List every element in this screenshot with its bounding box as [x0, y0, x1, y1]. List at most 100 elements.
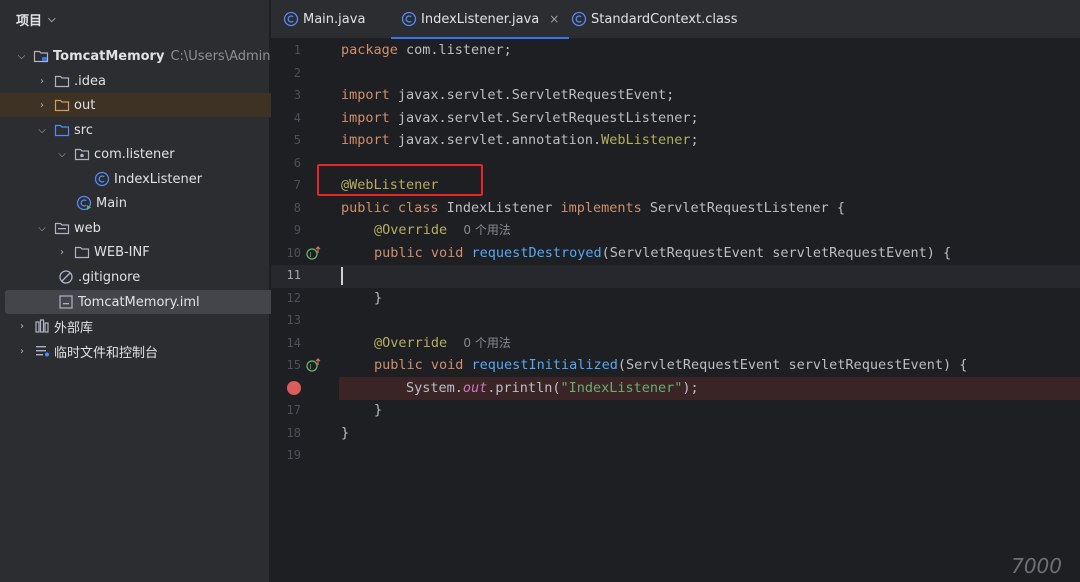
tree-item-scratches[interactable]: › 临时文件和控制台 — [0, 339, 286, 363]
tree-item-label: WEB-INF — [94, 244, 150, 260]
code-line-4: import javax.servlet.ServletRequestListe… — [341, 110, 699, 126]
tab-indexlistener-java[interactable]: IndexListener.java × — [391, 0, 570, 39]
line-number: 19 — [286, 448, 301, 462]
java-class-icon — [94, 171, 110, 187]
module-file-icon — [58, 294, 74, 310]
java-class-icon — [283, 11, 299, 27]
chevron-right-icon[interactable]: › — [36, 100, 48, 111]
tree-item-label: TomcatMemory — [53, 48, 165, 64]
chevron-right-icon[interactable]: › — [16, 346, 28, 357]
tab-label: IndexListener.java — [421, 11, 540, 27]
library-icon — [34, 318, 50, 334]
highlight-annotation-box — [317, 164, 483, 196]
folder-module-icon — [33, 48, 49, 64]
tree-item-label: TomcatMemory.iml — [78, 294, 200, 310]
chevron-down-icon[interactable]: ⌵ — [36, 125, 48, 136]
code-line-9: @Override 0 个用法 — [374, 222, 511, 238]
line-number: 12 — [286, 291, 301, 305]
line-number: 13 — [286, 313, 301, 327]
code-line-15: public void requestInitialized(ServletRe… — [374, 357, 968, 373]
tree-item-project-root[interactable]: ⌵ TomcatMemory C:\Users\Administ — [0, 44, 286, 68]
tree-item-idea[interactable]: › .idea — [0, 69, 306, 93]
line-number: 4 — [293, 111, 301, 125]
code-line-3: import javax.servlet.ServletRequestEvent… — [341, 87, 675, 103]
class-file-icon — [571, 11, 587, 27]
tree-item-label: com.listener — [94, 146, 175, 162]
line-number: 15 — [286, 358, 301, 372]
java-class-icon — [401, 11, 417, 27]
editor-tabs: Main.java IndexListener.java × StandardC… — [271, 0, 1080, 39]
tree-item-label: web — [74, 220, 101, 236]
tree-item-out[interactable]: › out — [0, 93, 306, 117]
tree-item-label: out — [74, 97, 96, 113]
chevron-down-icon[interactable]: ⌵ — [56, 149, 68, 160]
chevron-right-icon[interactable]: › — [36, 76, 48, 87]
tree-item-iml[interactable]: TomcatMemory.iml — [5, 290, 315, 314]
tab-standardcontext-class[interactable]: StandardContext.class — [571, 0, 737, 38]
usage-hint: 0 个用法 — [463, 223, 511, 237]
folder-excluded-icon — [54, 97, 70, 113]
code-line-18: } — [341, 425, 350, 441]
chevron-right-icon[interactable]: › — [56, 247, 68, 258]
project-header[interactable]: 项目 ⌵ — [0, 0, 269, 38]
line-number: 6 — [293, 156, 301, 170]
chevron-right-icon[interactable]: › — [16, 321, 28, 332]
line-number: 8 — [293, 201, 301, 215]
line-number: 1 — [293, 43, 301, 57]
line-number: 14 — [286, 336, 301, 350]
tab-label: Main.java — [303, 11, 366, 27]
chevron-down-icon[interactable]: ⌵ — [36, 223, 48, 234]
code-line-16: System.out.println("IndexListener"); — [406, 380, 699, 396]
folder-icon — [54, 73, 70, 89]
tree-item-label: IndexListener — [114, 171, 203, 187]
watermark: 7000 — [1011, 554, 1062, 578]
tree-item-web[interactable]: ⌵ web — [0, 216, 306, 240]
svg-text:I: I — [310, 251, 312, 259]
java-class-runnable-icon — [76, 195, 92, 211]
code-line-10: public void requestDestroyed(ServletRequ… — [374, 245, 952, 261]
ignore-file-icon — [58, 269, 74, 285]
tree-item-src[interactable]: ⌵ src — [0, 118, 306, 142]
line-number: 2 — [293, 66, 301, 80]
implements-method-icon[interactable]: I — [306, 357, 322, 376]
tab-label: StandardContext.class — [591, 11, 738, 27]
tree-item-label: .idea — [74, 73, 106, 89]
web-folder-icon — [54, 220, 70, 236]
tree-item-label: src — [74, 122, 93, 138]
svg-text:I: I — [310, 363, 312, 371]
line-number-current: 11 — [286, 268, 301, 282]
code-line-5: import javax.servlet.annotation.WebListe… — [341, 132, 699, 148]
code-line-14: @Override 0 个用法 — [374, 335, 511, 351]
project-path: C:\Users\Administ — [170, 48, 286, 64]
line-number: 9 — [293, 223, 301, 237]
scratches-icon — [34, 343, 50, 359]
package-icon — [74, 146, 90, 162]
code-line-12: } — [374, 290, 383, 306]
folder-icon — [74, 244, 90, 260]
breakpoint-icon[interactable] — [287, 381, 301, 395]
project-title: 项目 — [16, 13, 43, 29]
current-line-highlight — [271, 265, 1080, 288]
code-line-8: public class IndexListener implements Se… — [341, 200, 845, 216]
line-number: 18 — [286, 426, 301, 440]
line-number: 3 — [293, 88, 301, 102]
source-folder-icon — [54, 122, 70, 138]
code-line-1: package com.listener; — [341, 42, 512, 58]
implements-method-icon[interactable]: I — [306, 245, 322, 264]
tree-item-label: Main — [96, 195, 128, 211]
line-number: 17 — [286, 403, 301, 417]
text-caret — [341, 267, 343, 285]
tree-item-label: 外部库 — [54, 320, 94, 336]
tree-item-label: .gitignore — [78, 269, 141, 285]
line-number: 7 — [293, 178, 301, 192]
usage-hint: 0 个用法 — [463, 336, 511, 350]
chevron-down-icon[interactable]: ⌵ — [16, 51, 27, 62]
tab-main-java[interactable]: Main.java — [283, 0, 365, 38]
close-icon[interactable]: × — [549, 12, 559, 26]
tree-item-label: 临时文件和控制台 — [54, 345, 159, 361]
chevron-down-icon[interactable]: ⌵ — [48, 14, 56, 25]
line-number: 5 — [293, 133, 301, 147]
project-tool-window: 项目 ⌵ ⌵ TomcatMemory C:\Users\Administ › … — [0, 0, 315, 582]
tree-item-external-libraries[interactable]: › 外部库 — [0, 314, 286, 338]
code-line-17: } — [374, 402, 383, 418]
